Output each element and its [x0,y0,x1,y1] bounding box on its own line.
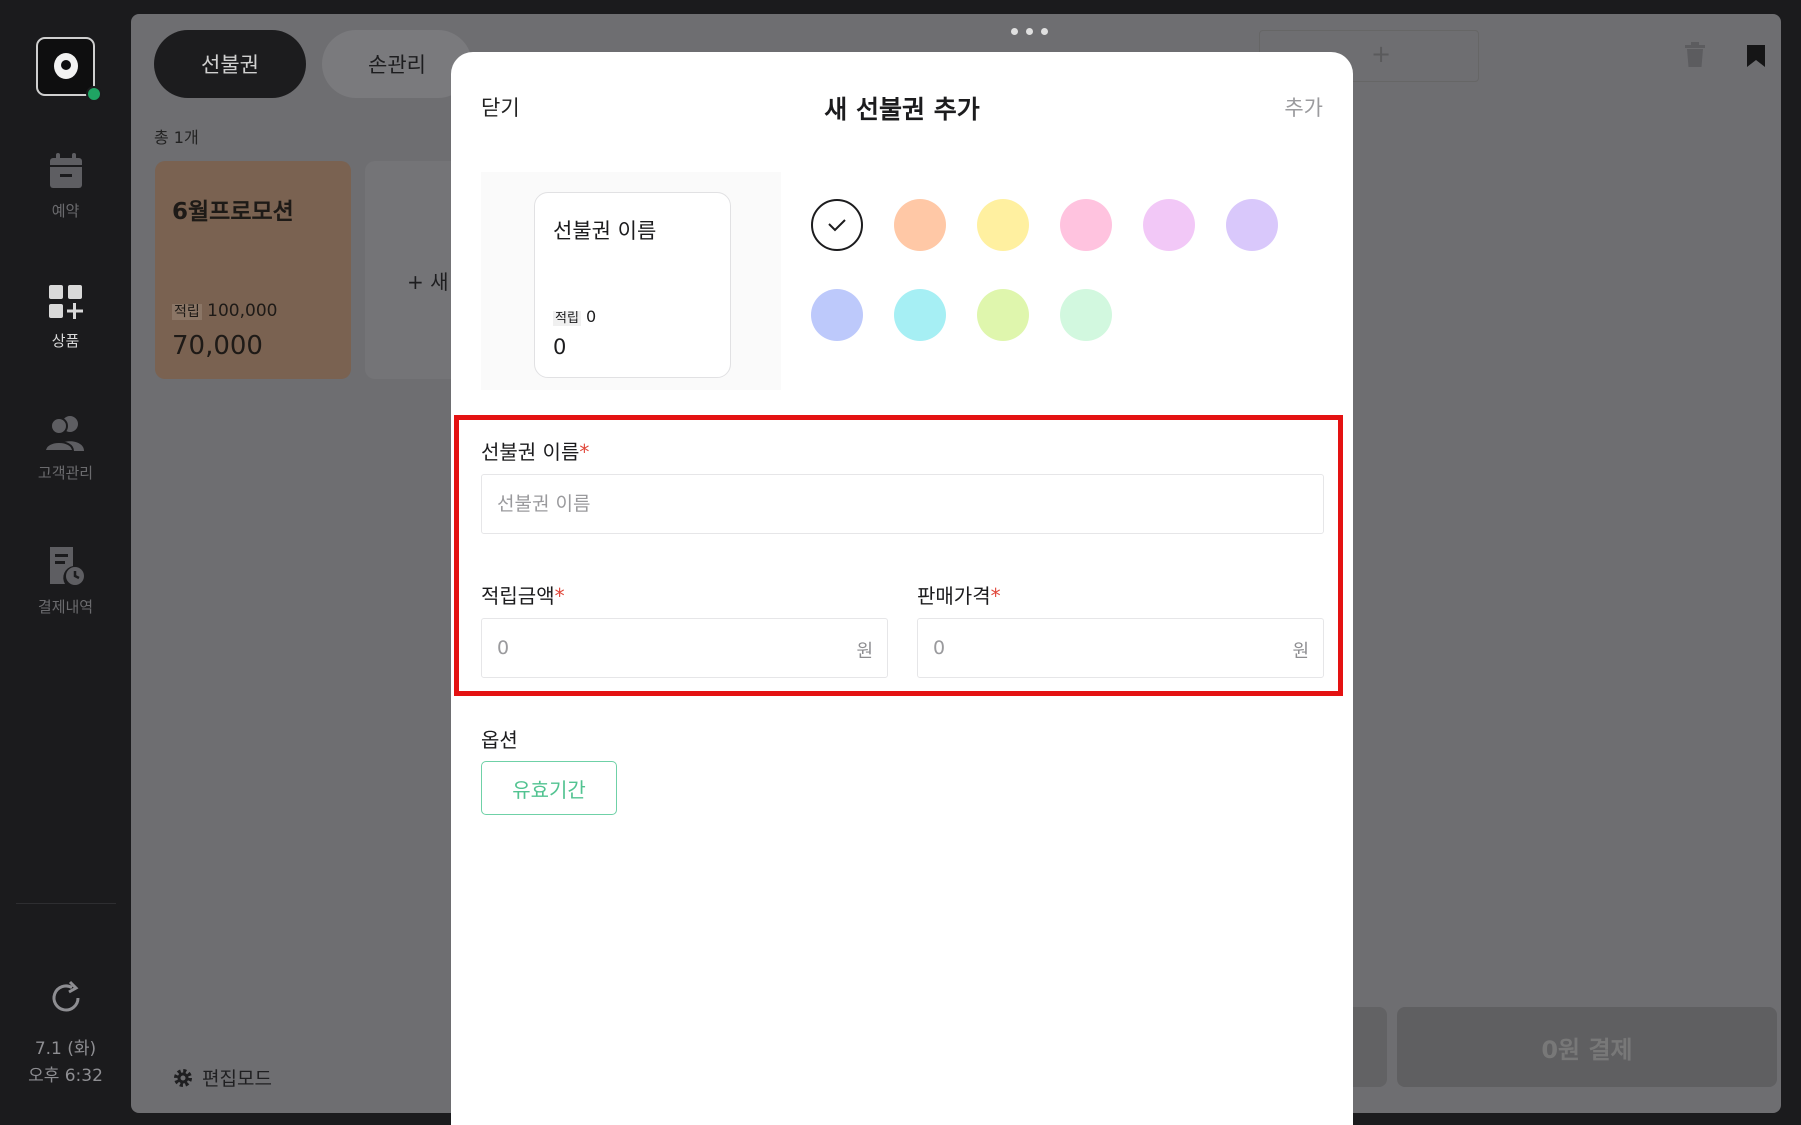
main-sidebar: 예약 상품 고객관리 결제내역 7.1 (화) 오후 6:32 [0,0,131,1125]
time-text: 오후 6:32 [28,1066,103,1086]
card-title: 6월프로모션 [172,199,294,225]
card-accrual-value: 100,000 [207,301,278,321]
sale-price-input[interactable] [933,637,1323,659]
preview-accrual-value: 0 [586,307,597,326]
logo-glyph-icon [54,53,78,79]
tab-hand-care[interactable]: 손관리 [322,30,472,98]
color-swatch[interactable] [811,199,863,251]
new-card-label: + 새 [407,270,449,294]
plus-icon[interactable]: + [1371,40,1391,68]
price-label-text: 판매가격 [917,584,991,608]
edit-mode-label: 편집모드 [202,1068,272,1090]
sidebar-item-label: 상품 [51,332,80,350]
color-swatch[interactable] [1060,289,1112,341]
color-swatch[interactable] [977,199,1029,251]
color-swatch[interactable] [1060,199,1112,251]
date-text: 7.1 (화) [34,1039,97,1059]
tab-prepaid[interactable]: 선불권 [154,30,306,98]
required-mark: * [554,584,565,608]
prepaid-card[interactable]: 6월프로모션 적립 100,000 70,000 [155,161,351,379]
online-status-dot [86,86,102,102]
sidebar-item-label: 예약 [51,202,80,220]
color-swatch[interactable] [977,289,1029,341]
preview-accrual: 적립 0 [553,307,596,326]
item-count: 총 1개 [154,128,199,147]
required-mark: * [579,440,590,464]
currency-unit: 원 [856,641,873,662]
sidebar-item-label: 고객관리 [37,464,94,482]
modal-title: 새 선불권 추가 [824,95,980,124]
datetime-display: 7.1 (화) 오후 6:32 [0,1036,131,1090]
price-field-label: 판매가격* [917,580,1001,609]
accrual-amount-field[interactable]: 원 [481,618,888,678]
name-field[interactable] [481,474,1324,534]
app-logo[interactable] [36,37,102,102]
sidebar-item-payments[interactable]: 결제내역 [0,546,131,617]
bookmark-icon[interactable] [1746,44,1766,68]
validity-period-button[interactable]: 유효기간 [481,761,617,815]
card-accrual-label: 적립 [172,304,202,320]
color-swatch[interactable] [894,289,946,341]
options-title: 옵션 [481,728,518,752]
name-input[interactable] [497,493,1323,515]
check-icon [828,219,846,232]
name-field-label: 선불권 이름* [481,436,589,465]
trash-icon[interactable] [1684,42,1706,68]
edit-mode-button[interactable]: 편집모드 [172,1064,272,1091]
sidebar-item-customers[interactable]: 고객관리 [0,414,131,483]
card-preview: 선불권 이름 적립 0 0 [534,192,731,378]
users-icon [43,416,84,452]
preview-price: 0 [553,335,567,359]
sidebar-item-label: 결제내역 [37,598,94,616]
refresh-icon[interactable] [48,980,84,1016]
calendar-icon [49,153,82,188]
add-button[interactable]: 추가 [1284,92,1323,122]
currency-unit: 원 [1292,641,1309,662]
color-swatch[interactable] [1226,199,1278,251]
add-prepaid-modal: 닫기 새 선불권 추가 추가 선불권 이름 적립 0 0 선불권 이름* 적립금… [451,52,1353,1125]
accrual-amount-input[interactable] [497,637,887,659]
name-label-text: 선불권 이름 [481,440,580,464]
preview-name: 선불권 이름 [553,219,657,243]
accrual-field-label: 적립금액* [481,580,565,609]
preview-accrual-label: 적립 [553,311,581,326]
accrual-label-text: 적립금액 [481,584,555,608]
sidebar-item-products[interactable]: 상품 [0,284,131,351]
sidebar-divider [16,903,116,904]
color-swatch[interactable] [811,289,863,341]
sidebar-item-reservation[interactable]: 예약 [0,152,131,221]
grid-plus-icon [48,285,83,319]
sale-price-field[interactable]: 원 [917,618,1324,678]
color-swatch[interactable] [894,199,946,251]
required-mark: * [990,584,1001,608]
color-swatch[interactable] [1143,199,1195,251]
card-accrual: 적립 100,000 [172,301,277,321]
pay-button[interactable]: 0원 결제 [1397,1007,1777,1087]
gear-icon [174,1068,192,1087]
receipt-clock-icon [49,547,84,585]
card-price: 70,000 [172,331,263,361]
